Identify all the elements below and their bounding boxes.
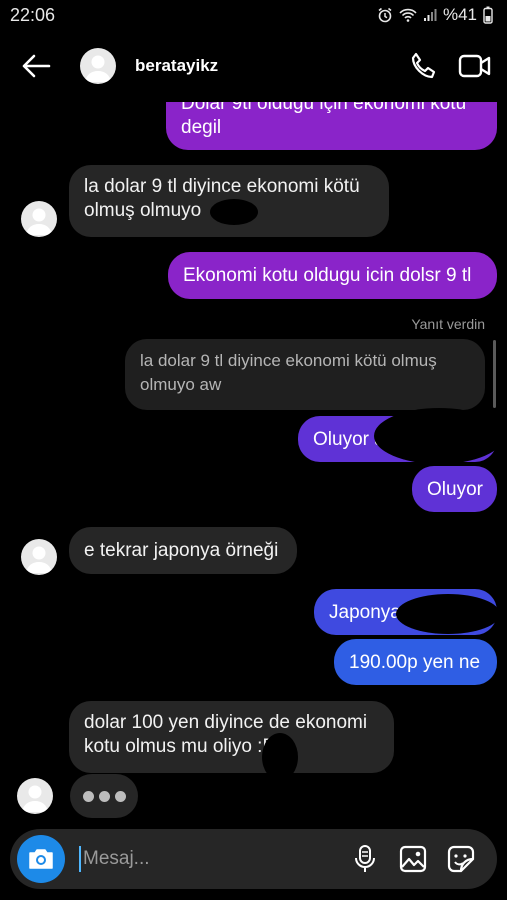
gallery-button[interactable] [393, 839, 433, 879]
message-text: Ekonomi kotu oldugu icin dolsr 9 tl [183, 265, 472, 286]
message-composer [10, 829, 497, 889]
message-text: Oluyor [427, 479, 483, 500]
back-button[interactable] [16, 46, 56, 86]
user-silhouette-icon [85, 55, 111, 82]
chat-thread[interactable]: Dolar 9tl oldugu için ekonomi kotu degil… [0, 0, 507, 900]
scribble-redaction [210, 199, 258, 225]
outgoing-message[interactable]: 190.00p yen ne [334, 639, 497, 685]
scribble-redaction [262, 733, 298, 781]
contact-avatar[interactable] [21, 201, 57, 237]
message-input[interactable] [83, 848, 333, 870]
reply-quote[interactable]: la dolar 9 tl diyince ekonomi kötü olmuş… [125, 339, 485, 410]
quote-text: la dolar 9 tl diyince ekonomi kötü olmuş… [140, 351, 437, 394]
outgoing-message[interactable]: Oluyor [412, 466, 497, 512]
chat-header: beratayikz [0, 30, 507, 102]
voice-message-button[interactable] [345, 839, 385, 879]
typing-dot [98, 790, 110, 802]
typing-dot [82, 790, 94, 802]
scribble-redaction [374, 408, 504, 464]
typing-dot [114, 790, 126, 802]
camera-icon [29, 849, 53, 869]
back-arrow-icon [22, 54, 51, 78]
outgoing-message[interactable]: Ekonomi kotu oldugu icin dolsr 9 tl [168, 252, 497, 299]
camera-button[interactable] [17, 835, 65, 883]
user-silhouette-icon [26, 546, 52, 573]
text-caret [79, 846, 81, 872]
microphone-icon [355, 845, 375, 872]
incoming-message[interactable]: e tekrar japonya örneği [69, 527, 297, 574]
typing-indicator [70, 774, 138, 818]
header-avatar[interactable] [80, 48, 116, 84]
header-username[interactable]: beratayikz [135, 56, 403, 76]
contact-avatar[interactable] [17, 778, 53, 814]
incoming-message[interactable]: dolar 100 yen diyince de ekonomi kotu ol… [69, 701, 394, 773]
reply-line [493, 340, 496, 408]
phone-icon [411, 52, 436, 79]
message-text: e tekrar japonya örneği [84, 540, 279, 561]
call-button[interactable] [403, 46, 443, 86]
replied-label: Yanıt verdin [411, 316, 485, 332]
video-call-button[interactable] [455, 46, 495, 86]
message-text: 190.00p yen ne [349, 652, 481, 673]
sticker-button[interactable] [441, 839, 481, 879]
message-text: Japonya [329, 602, 401, 623]
video-camera-icon [458, 54, 491, 78]
gallery-icon [399, 845, 427, 873]
user-silhouette-icon [26, 208, 52, 235]
sticker-icon [447, 845, 475, 873]
contact-avatar[interactable] [21, 539, 57, 575]
message-text: dolar 100 yen diyince de ekonomi kotu ol… [84, 712, 368, 757]
user-silhouette-icon [22, 785, 48, 812]
scribble-redaction [396, 594, 500, 634]
